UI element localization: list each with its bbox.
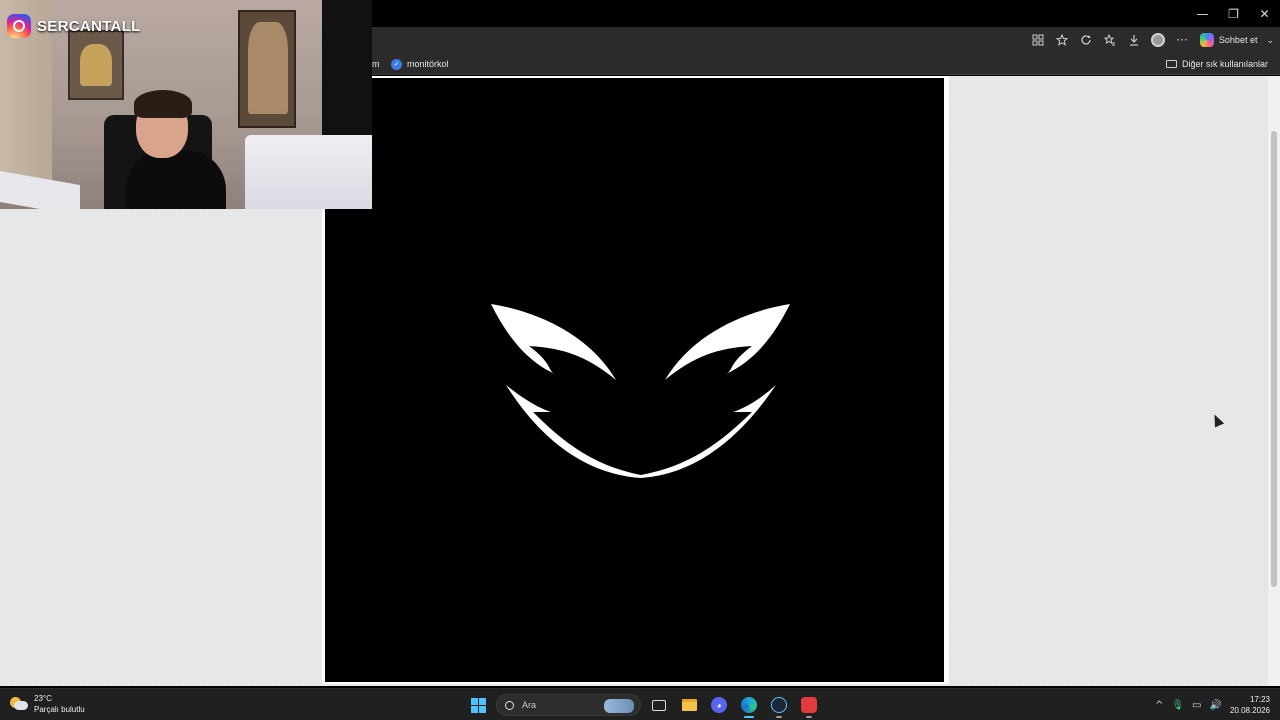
webcam-person-hair bbox=[134, 90, 192, 118]
bookmark-partial-label: m bbox=[372, 59, 380, 69]
more-options-icon[interactable]: ··· bbox=[1170, 28, 1194, 52]
bookmark-monitorkol[interactable]: ✓ monitörkol bbox=[391, 53, 449, 75]
clock-date: 20.08.2026 bbox=[1229, 706, 1270, 715]
instagram-handle: SERCANTALL bbox=[37, 17, 141, 35]
instagram-badge: SERCANTALL bbox=[7, 14, 141, 38]
restore-button[interactable]: ❐ bbox=[1218, 0, 1249, 27]
search-highlight-image bbox=[604, 699, 634, 713]
smile-logo-icon bbox=[491, 304, 790, 478]
weather-text: 23°C Parçalı bulutlu bbox=[34, 693, 85, 715]
webcam-bed bbox=[245, 135, 372, 209]
favorites-icon[interactable] bbox=[1098, 28, 1122, 52]
folder-icon bbox=[1165, 60, 1177, 68]
volume-icon[interactable]: 🔊 bbox=[1210, 700, 1222, 711]
taskbar: 23°C Parçalı bulutlu Ara ◕ ^ 🎙 ▭ � bbox=[0, 688, 1280, 720]
file-explorer-button[interactable] bbox=[677, 693, 701, 717]
copilot-icon bbox=[1199, 33, 1214, 47]
partly-cloudy-icon bbox=[10, 697, 28, 711]
app-grid-icon[interactable] bbox=[1026, 28, 1050, 52]
bookmark-label: monitörkol bbox=[407, 59, 449, 69]
clock-time: 17:23 bbox=[1249, 695, 1270, 704]
refresh-icon[interactable] bbox=[1074, 28, 1098, 52]
discord-icon: ◕ bbox=[711, 697, 727, 713]
copilot-button[interactable]: Sohbet et ⌄ bbox=[1199, 33, 1274, 47]
logo-image[interactable] bbox=[325, 78, 944, 682]
weather-condition: Parçalı bulutlu bbox=[34, 705, 85, 714]
copilot-label: Sohbet et bbox=[1218, 35, 1258, 45]
weather-temperature: 23°C bbox=[34, 694, 52, 703]
red-app-button[interactable] bbox=[797, 693, 821, 718]
chevron-down-icon[interactable]: ⌄ bbox=[1266, 35, 1274, 46]
star-icon[interactable] bbox=[1050, 28, 1074, 52]
clock[interactable]: 17:23 20.08.2026 bbox=[1230, 694, 1270, 716]
taskbar-search[interactable]: Ara bbox=[496, 694, 641, 716]
profile-avatar[interactable] bbox=[1150, 33, 1165, 47]
edge-button[interactable] bbox=[737, 693, 761, 718]
task-view-button[interactable] bbox=[647, 693, 671, 717]
system-tray: ^ 🎙 ▭ 🔊 17:23 20.08.2026 bbox=[1155, 692, 1270, 718]
webcam-poster bbox=[68, 30, 124, 100]
webcam-person-body bbox=[126, 150, 226, 209]
close-button[interactable]: ✕ bbox=[1249, 0, 1280, 27]
red-app-icon bbox=[801, 697, 817, 713]
steam-button[interactable] bbox=[767, 693, 791, 718]
other-favorites-label: Diğer sık kullanılanlar bbox=[1181, 59, 1268, 69]
webcam-overlay: SERCANTALL bbox=[0, 0, 372, 209]
toolbar-icons: ··· Sohbet et ⌄ bbox=[1026, 27, 1274, 53]
bookmark-partial[interactable]: m bbox=[372, 53, 380, 75]
display-icon[interactable]: ▭ bbox=[1192, 700, 1201, 711]
minimize-button[interactable]: — bbox=[1187, 0, 1218, 27]
instagram-icon bbox=[7, 14, 31, 38]
folder-icon bbox=[681, 699, 697, 711]
screen: — ❐ ✕ ··· Sohbet et ⌄ m ✓ monitörkol Diğ… bbox=[0, 0, 1280, 720]
microphone-icon[interactable]: 🎙 bbox=[1171, 700, 1184, 711]
checkmark-icon: ✓ bbox=[391, 58, 402, 70]
window-controls: — ❐ ✕ bbox=[1187, 0, 1280, 27]
discord-button[interactable]: ◕ bbox=[707, 693, 731, 717]
start-button[interactable] bbox=[466, 693, 490, 717]
other-favorites-folder[interactable]: Diğer sık kullanılanlar bbox=[1165, 53, 1268, 75]
webcam-poster bbox=[238, 10, 296, 128]
weather-widget[interactable]: 23°C Parçalı bulutlu bbox=[10, 693, 85, 715]
search-placeholder: Ara bbox=[522, 700, 537, 710]
taskbar-apps: Ara ◕ bbox=[466, 692, 821, 718]
steam-icon bbox=[771, 697, 787, 713]
search-icon bbox=[505, 700, 514, 710]
scrollbar-thumb[interactable] bbox=[1271, 131, 1277, 587]
chevron-up-icon[interactable]: ^ bbox=[1155, 700, 1163, 711]
page-scrollbar[interactable] bbox=[1268, 76, 1280, 686]
task-view-icon bbox=[652, 699, 666, 711]
download-icon[interactable] bbox=[1122, 28, 1146, 52]
edge-icon bbox=[741, 697, 757, 713]
